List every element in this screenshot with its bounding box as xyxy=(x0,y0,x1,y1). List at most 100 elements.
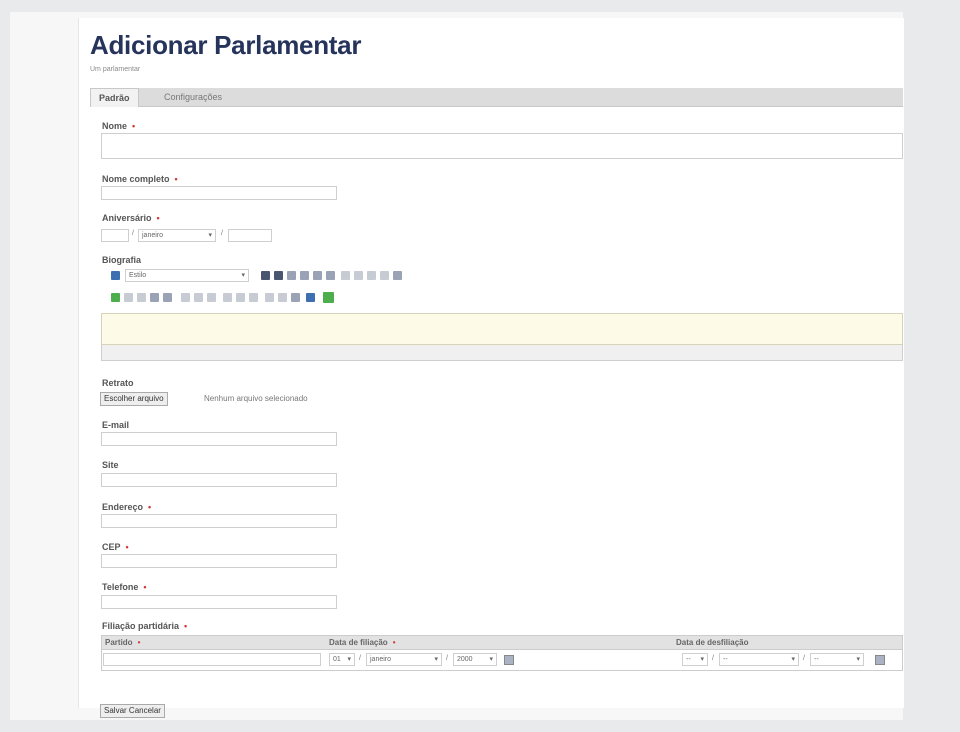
outdent-icon[interactable] xyxy=(380,271,389,280)
site-input[interactable] xyxy=(101,473,337,487)
label-nome-text: Nome xyxy=(102,121,128,131)
file-status-text: Nenhum arquivo selecionado xyxy=(204,394,308,403)
filiacao-month-value: janeiro xyxy=(370,656,392,663)
editor-status-bar xyxy=(101,345,903,361)
cleanup-icon[interactable] xyxy=(278,293,287,302)
label-telefone-text: Telefone xyxy=(102,582,139,592)
desfiliacao-month-value: -- xyxy=(723,656,728,663)
label-filiacao-text: Filiação partidária xyxy=(102,621,180,631)
aniversario-month-select[interactable]: janeiro ▾ xyxy=(138,229,216,242)
label-email: E-mail xyxy=(102,420,130,430)
cancel-button[interactable]: Cancelar xyxy=(129,706,161,715)
page-subtitle: Um parlamentar xyxy=(90,66,141,73)
fullscreen-icon[interactable] xyxy=(323,292,334,303)
aniversario-day-input[interactable] xyxy=(101,229,129,242)
label-retrato: Retrato xyxy=(102,378,134,388)
required-mark: • xyxy=(184,621,188,631)
label-nome-completo: Nome completo • xyxy=(102,174,178,184)
filiacao-year-select[interactable]: 2000 ▾ xyxy=(453,653,497,666)
tab-bar: Padrão Configurações xyxy=(90,88,903,107)
undo-icon[interactable] xyxy=(124,293,133,302)
label-cep-text: CEP xyxy=(102,542,121,552)
aniversario-year-input[interactable] xyxy=(228,229,272,242)
column-data-filiacao: Data de filiação • xyxy=(329,638,396,647)
email-input[interactable] xyxy=(101,432,337,446)
bullet-list-icon[interactable] xyxy=(341,271,350,280)
filiacao-day-value: 01 xyxy=(333,656,341,663)
dropdown-arrow-icon: ▾ xyxy=(347,656,351,663)
endereco-input[interactable] xyxy=(101,514,337,528)
telefone-input[interactable] xyxy=(101,595,337,609)
label-cep: CEP • xyxy=(102,542,129,552)
desfiliacao-year-value: -- xyxy=(814,656,819,663)
label-endereco: Endereço • xyxy=(102,502,151,512)
editor-toolbar-row-2 xyxy=(101,290,501,306)
find-icon[interactable] xyxy=(207,293,216,302)
bold-icon[interactable] xyxy=(261,271,270,280)
column-partido-text: Partido xyxy=(105,638,133,647)
dropdown-arrow-icon: ▾ xyxy=(208,232,212,239)
partido-input[interactable] xyxy=(103,653,321,666)
filiacao-day-select[interactable]: 01 ▾ xyxy=(329,653,355,666)
label-filiacao: Filiação partidária • xyxy=(102,621,187,631)
label-aniversario: Aniversário • xyxy=(102,213,160,223)
label-biografia: Biografia xyxy=(102,255,142,265)
link-icon[interactable] xyxy=(393,271,402,280)
align-justify-icon[interactable] xyxy=(326,271,335,280)
dropdown-arrow-icon: ▾ xyxy=(791,656,795,663)
choose-file-button[interactable]: Escolher arquivo xyxy=(100,392,168,406)
filiacao-year-value: 2000 xyxy=(457,656,473,663)
column-data-filiacao-text: Data de filiação xyxy=(329,638,388,647)
required-mark: • xyxy=(392,638,396,647)
cut-icon[interactable] xyxy=(181,293,190,302)
filiacao-month-select[interactable]: janeiro ▾ xyxy=(366,653,442,666)
cep-input[interactable] xyxy=(101,554,337,568)
dropdown-arrow-icon: ▾ xyxy=(700,656,704,663)
dropdown-arrow-icon: ▾ xyxy=(241,272,245,279)
anchor-icon[interactable] xyxy=(150,293,159,302)
desfiliacao-day-select[interactable]: -- ▾ xyxy=(682,653,708,666)
image-icon[interactable] xyxy=(163,293,172,302)
indent-icon[interactable] xyxy=(367,271,376,280)
italic-icon[interactable] xyxy=(274,271,283,280)
redo-icon[interactable] xyxy=(137,293,146,302)
align-right-icon[interactable] xyxy=(313,271,322,280)
table-row: 01 ▾ / janeiro ▾ / 2000 ▾ -- ▾ / -- ▾ / -- ▾ xyxy=(101,650,903,671)
label-endereco-text: Endereço xyxy=(102,502,144,512)
align-left-icon[interactable] xyxy=(287,271,296,280)
label-nome: Nome • xyxy=(102,121,135,131)
paste-icon[interactable] xyxy=(111,293,120,302)
special-char-icon[interactable] xyxy=(249,293,258,302)
date-separator: / xyxy=(132,230,134,237)
numbered-list-icon[interactable] xyxy=(354,271,363,280)
desfiliacao-month-select[interactable]: -- ▾ xyxy=(719,653,799,666)
required-mark: • xyxy=(132,121,136,131)
save-button[interactable]: Salvar xyxy=(104,706,127,715)
copy-icon[interactable] xyxy=(194,293,203,302)
superscript-icon[interactable] xyxy=(236,293,245,302)
align-center-icon[interactable] xyxy=(300,271,309,280)
editor-toolbar-row-1: Estilo ▾ xyxy=(101,268,501,284)
style-select-value: Estilo xyxy=(129,272,147,279)
calendar-icon[interactable] xyxy=(504,655,514,665)
required-mark: • xyxy=(156,213,160,223)
desfiliacao-year-select[interactable]: -- ▾ xyxy=(810,653,864,666)
tab-configuracoes[interactable]: Configurações xyxy=(156,88,230,106)
aniversario-month-value: janeiro xyxy=(142,232,164,239)
biografia-editor[interactable] xyxy=(101,313,903,345)
nome-completo-input[interactable] xyxy=(101,186,337,200)
label-site: Site xyxy=(102,460,119,470)
dropdown-arrow-icon: ▾ xyxy=(434,656,438,663)
calendar-icon[interactable] xyxy=(875,655,885,665)
required-mark: • xyxy=(148,502,152,512)
horizontal-rule-icon[interactable] xyxy=(291,293,300,302)
date-separator: / xyxy=(803,655,805,662)
save-icon[interactable] xyxy=(111,271,120,280)
style-select[interactable]: Estilo ▾ xyxy=(125,269,249,282)
page-title: Adicionar Parlamentar xyxy=(90,30,362,60)
nome-input[interactable] xyxy=(101,133,903,159)
subscript-icon[interactable] xyxy=(223,293,232,302)
table-icon[interactable] xyxy=(265,293,274,302)
tab-padrao[interactable]: Padrão xyxy=(90,88,139,107)
html-source-icon[interactable] xyxy=(306,293,315,302)
